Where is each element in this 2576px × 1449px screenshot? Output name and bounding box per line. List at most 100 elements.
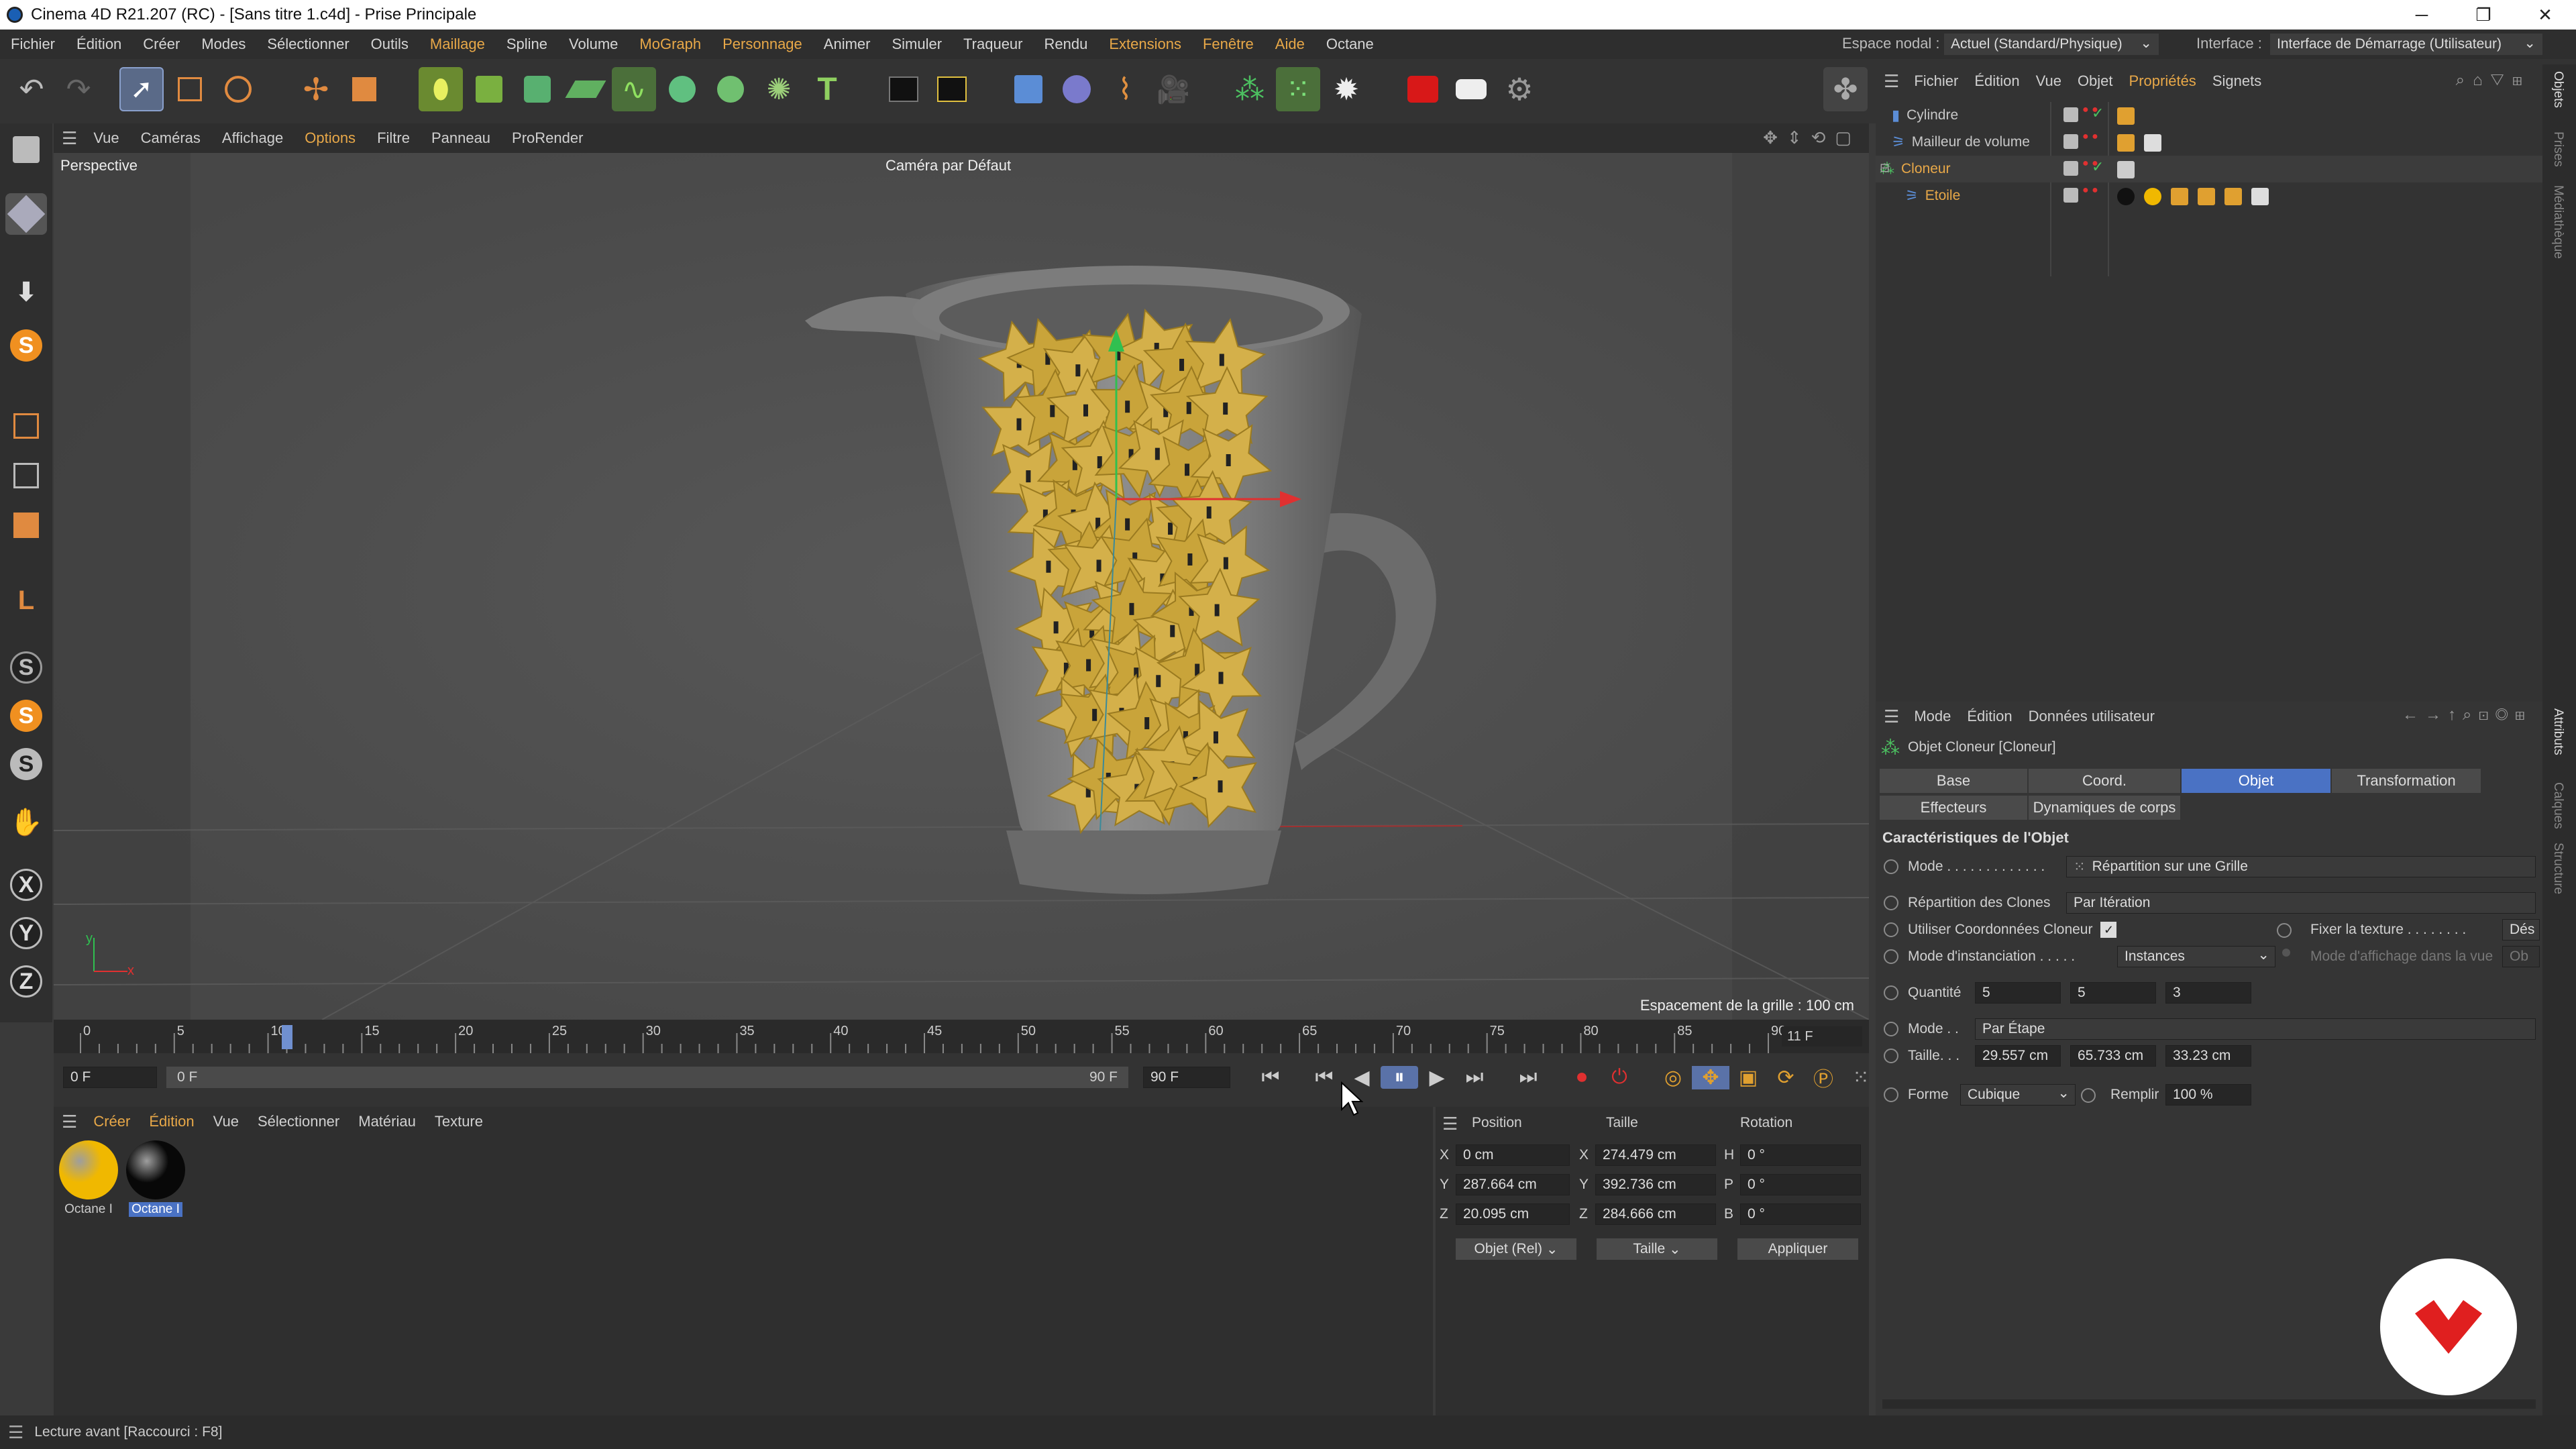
attribute-menu-item[interactable]: Mode <box>1906 708 1959 725</box>
menu-item[interactable]: Édition <box>66 36 132 53</box>
playhead[interactable] <box>281 1025 292 1049</box>
taille-y-field[interactable]: 65.733 cm <box>2070 1045 2156 1067</box>
viewport-menu-item[interactable]: Affichage <box>211 129 294 147</box>
nurbs-button[interactable] <box>1055 67 1099 111</box>
boole-button[interactable] <box>708 67 753 111</box>
model-mode-button[interactable] <box>5 193 47 235</box>
animate-radio[interactable] <box>1884 949 1898 964</box>
rect-select-button[interactable] <box>168 67 212 111</box>
range-slider[interactable]: 0 F 90 F <box>166 1067 1128 1088</box>
viewport-menu-item[interactable]: ProRender <box>501 129 594 147</box>
material-item[interactable]: Octane I <box>123 1140 188 1217</box>
mograph-matrix-button[interactable]: ⁙ <box>1276 67 1320 111</box>
spline-pen-button[interactable]: ∿ <box>612 67 656 111</box>
extrude-button[interactable] <box>515 67 559 111</box>
generator-button[interactable]: ✺ <box>757 67 801 111</box>
menu-item[interactable]: Maillage <box>419 36 496 53</box>
size-field[interactable]: 284.666 cm <box>1595 1203 1716 1225</box>
octane-black-tag-icon[interactable] <box>2117 188 2135 205</box>
interface-select[interactable]: Interface de Démarrage (Utilisateur) ⌄ <box>2270 34 2542 55</box>
camera-label[interactable]: Caméra par Défaut <box>885 157 1011 174</box>
octane-yellow-tag-icon[interactable] <box>2144 188 2161 205</box>
quantite-z-field[interactable]: 3 <box>2165 982 2251 1004</box>
right-strip-tab[interactable]: Structure <box>2551 843 2565 894</box>
layer-icon[interactable] <box>2063 134 2078 149</box>
object-menu-item[interactable]: Objet <box>2070 72 2121 90</box>
solo-button[interactable]: S <box>5 647 47 688</box>
apply-button[interactable]: Appliquer <box>1737 1238 1858 1260</box>
right-strip-tab[interactable]: Attributs <box>2551 708 2565 755</box>
quantite-y-field[interactable]: 5 <box>2070 982 2156 1004</box>
snap-button[interactable]: S <box>5 325 47 366</box>
coord-mode-select[interactable]: Objet (Rel) ⌄ <box>1456 1238 1576 1260</box>
material-menu-item[interactable]: Texture <box>425 1113 492 1130</box>
triangle-tag-icon[interactable] <box>2198 188 2215 205</box>
cloner-tag-icon[interactable] <box>2117 134 2135 152</box>
position-field[interactable]: 20.095 cm <box>1456 1203 1570 1225</box>
animate-radio[interactable] <box>1884 1087 1898 1102</box>
key-pla-button[interactable]: ⁙ <box>1842 1066 1880 1089</box>
hamburger-icon[interactable]: ☰ <box>62 128 77 149</box>
text-button[interactable]: T <box>805 67 849 111</box>
expand-icon[interactable]: ⊟ <box>1880 161 1890 175</box>
menu-item[interactable]: Traqueur <box>953 36 1033 53</box>
viewport-menu-item[interactable]: Caméras <box>130 129 211 147</box>
instanciation-select[interactable]: Instances ⌄ <box>2117 946 2275 967</box>
tab-base[interactable]: Base <box>1880 769 2027 793</box>
menu-item[interactable]: MoGraph <box>629 36 712 53</box>
quantite-x-field[interactable]: 5 <box>1975 982 2061 1004</box>
triangle-tag-icon[interactable] <box>2171 188 2188 205</box>
3d-viewport[interactable]: Perspective Caméra par Défaut y x Espace… <box>54 153 1869 1020</box>
visibility-dots-icon[interactable]: ● ● <box>2082 131 2098 142</box>
taille-z-field[interactable]: 33.23 cm <box>2165 1045 2251 1067</box>
select-tool-button[interactable]: ➚ <box>119 67 164 111</box>
tab-effecteurs[interactable]: Effecteurs <box>1880 796 2027 820</box>
menu-item[interactable]: Rendu <box>1034 36 1099 53</box>
lock-x-button[interactable]: X <box>5 864 47 906</box>
viewport-menu-item[interactable]: Options <box>294 129 366 147</box>
scale-tool-button[interactable] <box>342 67 386 111</box>
key-param-button[interactable]: Ⓟ <box>1805 1063 1842 1092</box>
animate-radio[interactable] <box>1884 859 1898 874</box>
layer-icon[interactable] <box>2063 188 2078 203</box>
material-item[interactable]: Octane I <box>56 1140 121 1217</box>
go-to-start-button[interactable]: ⏮ <box>1252 1066 1289 1089</box>
object-row[interactable]: ▮ Cylindre ● ● ✓ <box>1876 102 2542 129</box>
solo-hierarchy-button[interactable]: S <box>5 695 47 737</box>
layout-button[interactable]: ✤ <box>1823 67 1868 111</box>
hamburger-icon[interactable]: ☰ <box>8 1422 23 1443</box>
plane-button[interactable] <box>564 67 608 111</box>
rotate-view-button[interactable] <box>216 67 260 111</box>
render-settings-button[interactable] <box>930 67 974 111</box>
key-scale-button[interactable]: ▣ <box>1729 1066 1767 1089</box>
render-view-button[interactable]: ⬮ <box>419 67 463 111</box>
fix-texture-select[interactable]: Dés <box>2502 919 2540 941</box>
animate-radio[interactable] <box>1884 985 1898 1000</box>
repartition-select[interactable]: Par Itération <box>2066 892 2536 914</box>
object-menu-item[interactable]: Fichier <box>1906 72 1966 90</box>
rotation-field[interactable]: 0 ° <box>1740 1203 1861 1225</box>
material-menu-item[interactable]: Vue <box>204 1113 248 1130</box>
layer-icon[interactable] <box>2063 161 2078 176</box>
tweak-button[interactable]: ✋ <box>5 801 47 843</box>
mograph-cloner-button[interactable]: ⁂ <box>1228 67 1272 111</box>
axis-mode-button[interactable]: L <box>5 580 47 621</box>
mode-select[interactable]: ⁙ Répartition sur une Grille <box>2066 856 2536 877</box>
solo-off-button[interactable]: S <box>5 743 47 785</box>
rotation-field[interactable]: 0 ° <box>1740 1144 1861 1166</box>
animate-radio[interactable] <box>1884 896 1898 910</box>
viewport-menu-item[interactable]: Vue <box>83 129 129 147</box>
size-field[interactable]: 274.479 cm <box>1595 1144 1716 1166</box>
menu-item[interactable]: Volume <box>558 36 629 53</box>
forme-select[interactable]: Cubique ⌄ <box>1960 1084 2076 1106</box>
cloner-tag-icon[interactable] <box>2117 107 2135 125</box>
sphere-button[interactable] <box>660 67 704 111</box>
animate-radio[interactable] <box>2081 1088 2096 1103</box>
right-strip-tab[interactable]: Objets <box>2551 71 2565 108</box>
prev-key-button[interactable]: ⏮ <box>1305 1066 1343 1089</box>
hamburger-icon[interactable]: ☰ <box>1442 1114 1458 1134</box>
menu-item[interactable]: Sélectionner <box>256 36 360 53</box>
horizontal-scrollbar[interactable] <box>1882 1399 2536 1409</box>
layer-icon[interactable] <box>2063 107 2078 122</box>
texture-mode-button[interactable]: ⬇ <box>5 271 47 313</box>
